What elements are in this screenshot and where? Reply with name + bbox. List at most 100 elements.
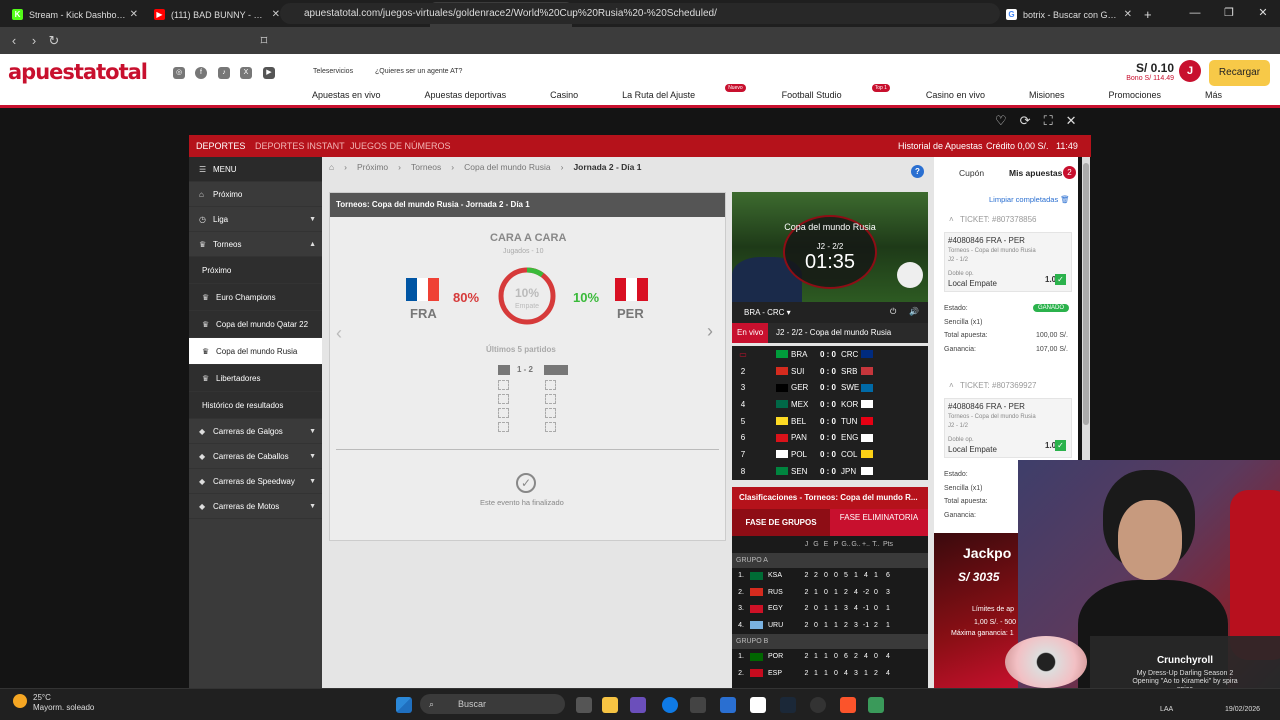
sidebar-item[interactable]: ♛ Libertadores bbox=[189, 365, 322, 392]
steam-icon[interactable] bbox=[780, 697, 796, 713]
tab-close-icon[interactable]: ✕ bbox=[272, 9, 280, 20]
sidebar-item[interactable]: ♛ Torneos ▲ bbox=[189, 232, 322, 257]
historial-link[interactable]: Historial de Apuestas bbox=[898, 141, 983, 151]
close-icon[interactable]: ✕ bbox=[1066, 113, 1077, 129]
tab-deportes-instant[interactable]: DEPORTES INSTANT bbox=[255, 141, 345, 151]
taskbar-date[interactable]: 19/02/2026 bbox=[1225, 706, 1260, 713]
nav-item[interactable]: Apuestas deportivas bbox=[425, 90, 529, 100]
next-arrow-icon[interactable]: › bbox=[707, 321, 713, 342]
language-indicator[interactable]: LAA bbox=[1160, 706, 1173, 713]
sidebar-item[interactable]: ◆ Carreras de Motos ▼ bbox=[189, 494, 322, 519]
site-logo[interactable]: apuestatotal bbox=[8, 60, 148, 84]
volume-icon[interactable]: 🔊 bbox=[909, 307, 919, 316]
prev-arrow-icon[interactable]: ‹ bbox=[336, 323, 342, 344]
crumb-copa[interactable]: Copa del mundo Rusia bbox=[464, 162, 550, 172]
match-score: 0 : 0 bbox=[819, 466, 836, 476]
restore-icon[interactable]: ❐ bbox=[1212, 0, 1246, 27]
app-icon[interactable] bbox=[868, 697, 884, 713]
obs-icon[interactable] bbox=[810, 697, 826, 713]
new-tab-icon[interactable]: + bbox=[1144, 2, 1152, 27]
tab-deportes[interactable]: DEPORTES bbox=[196, 141, 245, 151]
explorer-icon[interactable] bbox=[602, 697, 618, 713]
nav-item[interactable]: Más bbox=[1205, 90, 1244, 100]
sidebar-item[interactable]: ◷ Liga ▼ bbox=[189, 207, 322, 232]
ticket-id[interactable]: ˄ bbox=[949, 215, 954, 224]
nav-item[interactable]: Apuestas en vivo bbox=[312, 90, 403, 100]
tab-title: Stream - Kick Dashboard bbox=[29, 9, 126, 20]
close-window-icon[interactable]: ✕ bbox=[1246, 0, 1280, 27]
crumb-torneos[interactable]: Torneos bbox=[411, 162, 441, 172]
mail-icon[interactable] bbox=[720, 697, 736, 713]
tiktok-icon[interactable]: ♪ bbox=[218, 67, 230, 79]
weather-icon[interactable] bbox=[13, 694, 27, 708]
match-row[interactable]: 5 BEL 0 : 0 TUN bbox=[732, 413, 928, 430]
tab-fase-grupos[interactable]: FASE DE GRUPOS bbox=[732, 509, 830, 536]
tab-juegos-numeros[interactable]: JUEGOS DE NÚMEROS bbox=[350, 141, 451, 151]
weather-widget[interactable]: 25°C Mayorm. soleado bbox=[33, 693, 94, 713]
refresh-icon[interactable]: ⟳ bbox=[1020, 113, 1031, 129]
store-icon[interactable] bbox=[690, 697, 706, 713]
tab-close-icon[interactable]: ✕ bbox=[1124, 9, 1132, 20]
match-row[interactable]: 2 SUI 0 : 0 SRB bbox=[732, 363, 928, 380]
facebook-icon[interactable]: f bbox=[195, 67, 207, 79]
tab-mis-apuestas[interactable]: Mis apuestas bbox=[1009, 168, 1062, 178]
avatar[interactable]: J bbox=[1179, 60, 1201, 82]
sidebar-item[interactable]: ♛ Euro Champions bbox=[189, 284, 322, 311]
sidebar-item[interactable]: ⌂ Próximo bbox=[189, 182, 322, 207]
youtube-icon[interactable]: ▶ bbox=[263, 67, 275, 79]
x-icon[interactable]: X bbox=[240, 67, 252, 79]
recargar-button[interactable]: Recargar bbox=[1209, 60, 1270, 86]
match-row[interactable]: 3 GER 0 : 0 SWE bbox=[732, 379, 928, 396]
heart-icon[interactable]: ♡ bbox=[995, 113, 1007, 129]
home-icon[interactable]: ⌂ bbox=[329, 162, 334, 172]
tab-fase-eliminatoria[interactable]: FASE ELIMINATORIA bbox=[830, 513, 928, 523]
edge-icon[interactable] bbox=[662, 697, 678, 713]
browser-tab[interactable]: K Stream - Kick Dashboard ✕ bbox=[4, 2, 146, 27]
back-icon[interactable]: ‹ bbox=[4, 33, 24, 48]
teams-icon[interactable] bbox=[630, 697, 646, 713]
sidebar-item[interactable]: ♛ Copa del mundo Rusia bbox=[189, 338, 322, 365]
sidebar-item[interactable]: ◆ Carreras de Galgos ▼ bbox=[189, 419, 322, 444]
fullscreen-icon[interactable]: ⛶ bbox=[1044, 113, 1053, 129]
nav-item[interactable]: Football Studio Top 1 bbox=[782, 84, 904, 100]
minimize-icon[interactable]: — bbox=[1178, 0, 1212, 27]
browser-tab[interactable]: ▶ (111) BAD BUNNY - BAILE ✕ bbox=[146, 2, 288, 27]
start-icon[interactable] bbox=[396, 697, 412, 713]
chrome-icon[interactable] bbox=[750, 697, 766, 713]
match-row[interactable]: ▭ BRA 0 : 0 CRC bbox=[732, 346, 928, 363]
tab-cupon[interactable]: Cupón bbox=[959, 168, 984, 178]
match-row[interactable]: 8 SEN 0 : 0 JPN bbox=[732, 463, 928, 480]
nav-item[interactable]: Misiones bbox=[1029, 90, 1087, 100]
match-row[interactable]: 7 POL 0 : 0 COL bbox=[732, 446, 928, 463]
browser-tab[interactable]: Gbotrix - Buscar con Google ✕ bbox=[998, 2, 1140, 27]
power-icon[interactable]: ⏻ bbox=[890, 307, 896, 317]
url-field[interactable]: apuestatotal.com/juegos-virtuales/golden… bbox=[280, 3, 1000, 24]
teleservicios[interactable]: Teleservicios ¿Quieres ser un agente AT? bbox=[313, 68, 462, 75]
task-view-icon[interactable] bbox=[576, 697, 592, 713]
nav-item[interactable]: Promociones bbox=[1108, 90, 1183, 100]
limpiar-link[interactable]: Limpiar completadas 🗑 bbox=[989, 195, 1070, 204]
sidebar-item[interactable]: ◆ Carreras de Caballos ▼ bbox=[189, 444, 322, 469]
taskbar-search[interactable]: ⌕ Buscar bbox=[420, 694, 565, 714]
sidebar-item[interactable]: ♛ Copa del mundo Qatar 22 bbox=[189, 311, 322, 338]
match-select[interactable]: BRA - CRC ▾ bbox=[744, 308, 791, 317]
menu-toggle[interactable]: ☰ MENU bbox=[189, 157, 322, 182]
forward-icon[interactable]: › bbox=[24, 33, 44, 48]
nav-item[interactable]: Casino en vivo bbox=[926, 90, 1007, 100]
match-row[interactable]: 6 PAN 0 : 0 ENG bbox=[732, 429, 928, 446]
ticket-id[interactable]: ˄ bbox=[949, 381, 954, 390]
nav-item[interactable]: Casino bbox=[550, 90, 600, 100]
sidebar-item[interactable]: Histórico de resultados bbox=[189, 392, 322, 419]
agente-link[interactable]: ¿Quieres ser un agente AT? bbox=[375, 68, 462, 75]
reload-icon[interactable]: ↻ bbox=[44, 33, 64, 49]
instagram-icon[interactable]: ◎ bbox=[173, 67, 185, 79]
match-row[interactable]: 4 MEX 0 : 0 KOR bbox=[732, 396, 928, 413]
sidebar-item[interactable]: ◆ Carreras de Speedway ▼ bbox=[189, 469, 322, 494]
tab-close-icon[interactable]: ✕ bbox=[130, 9, 138, 20]
crumb-proximo[interactable]: Próximo bbox=[357, 162, 388, 172]
brave-icon[interactable] bbox=[840, 697, 856, 713]
sidebar-item[interactable]: Próximo bbox=[189, 257, 322, 284]
nav-item[interactable]: La Ruta del Ajuste Nuevo bbox=[622, 84, 760, 100]
bookmark-icon[interactable]: ⌑ bbox=[254, 33, 274, 49]
help-icon[interactable]: ? bbox=[911, 165, 924, 178]
